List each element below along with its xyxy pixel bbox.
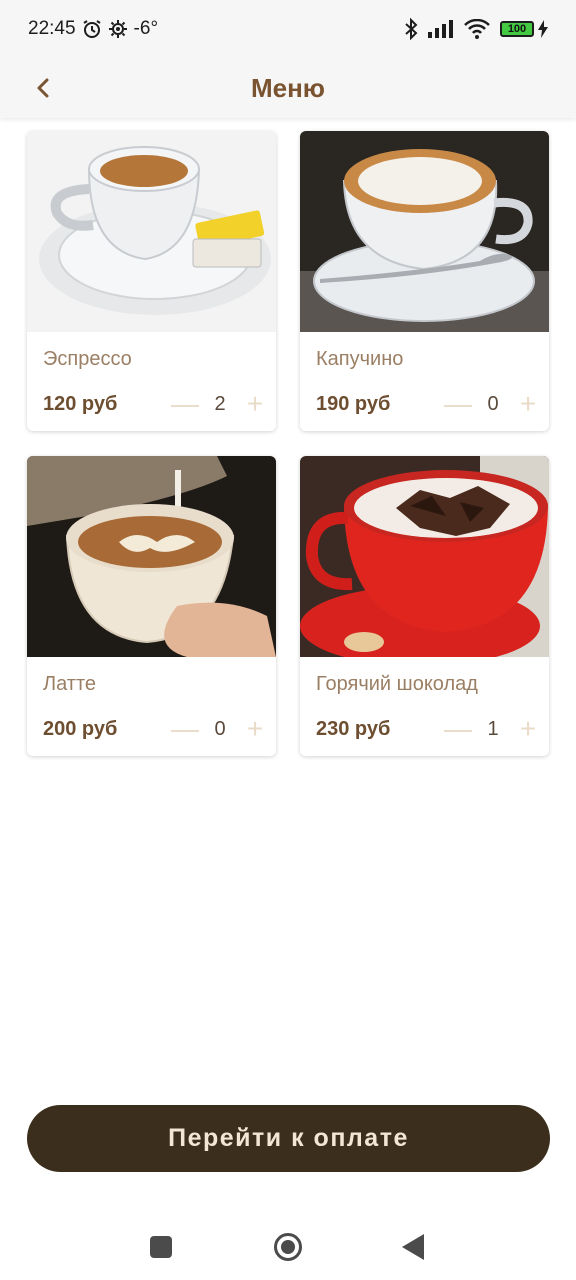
quantity-value: 0 [487, 392, 499, 415]
quantity-value: 0 [214, 717, 226, 740]
recent-apps-icon[interactable] [144, 1230, 178, 1264]
home-icon[interactable] [271, 1230, 305, 1264]
decrement-button[interactable]: — [171, 713, 199, 744]
decrement-button[interactable]: — [171, 388, 199, 419]
quantity-stepper: — 0 + [444, 388, 541, 419]
signal-icon [428, 20, 454, 38]
wifi-icon [464, 19, 490, 39]
alarm-icon [82, 19, 102, 39]
latte-photo [27, 456, 276, 657]
quantity-value: 2 [214, 392, 226, 415]
back-button[interactable] [26, 70, 60, 106]
increment-button[interactable]: + [242, 388, 268, 419]
charging-icon [538, 20, 548, 38]
status-right: 100 [404, 18, 548, 40]
menu-item-latte[interactable]: Латте 200 руб — 0 + [27, 456, 276, 756]
quantity-value: 1 [487, 717, 499, 740]
menu-item-espresso[interactable]: Эспрессо 120 руб — 2 + [27, 131, 276, 431]
quantity-stepper: — 0 + [171, 713, 268, 744]
bluetooth-icon [404, 18, 418, 40]
espresso-photo [27, 131, 276, 332]
decrement-button[interactable]: — [444, 713, 472, 744]
chevron-left-icon [37, 78, 49, 98]
settings-gear-icon [108, 19, 128, 39]
app-header: Меню [0, 58, 576, 118]
system-navbar [0, 1210, 576, 1280]
increment-button[interactable]: + [515, 388, 541, 419]
hot-chocolate-photo [300, 456, 549, 657]
increment-button[interactable]: + [242, 713, 268, 744]
item-name: Эспрессо [43, 348, 132, 370]
checkout-button[interactable]: Перейти к оплате [27, 1105, 550, 1172]
item-price: 190 руб [316, 393, 391, 415]
battery-level: 100 [500, 21, 534, 37]
item-name: Латте [43, 673, 97, 695]
status-bar: 22:45 -6° 100 [0, 0, 576, 58]
battery-icon: 100 [500, 20, 548, 38]
menu-item-cappuccino[interactable]: Капучино 190 руб — 0 + [300, 131, 549, 431]
status-temperature: -6° [133, 18, 159, 39]
item-price: 230 руб [316, 718, 391, 740]
quantity-stepper: — 2 + [171, 388, 268, 419]
menu-item-hot-chocolate[interactable]: Горячий шоколад 230 руб — 1 + [300, 456, 549, 756]
quantity-stepper: — 1 + [444, 713, 541, 744]
status-time: 22:45 [28, 18, 76, 39]
item-name: Капучино [316, 348, 404, 370]
decrement-button[interactable]: — [444, 388, 472, 419]
increment-button[interactable]: + [515, 713, 541, 744]
checkout-label: Перейти к оплате [168, 1124, 409, 1152]
status-left: 22:45 -6° [28, 18, 158, 40]
cappuccino-photo [300, 131, 549, 332]
item-price: 120 руб [43, 393, 118, 415]
page-title: Меню [250, 72, 326, 103]
back-triangle-icon[interactable] [396, 1230, 430, 1264]
item-price: 200 руб [43, 718, 118, 740]
item-name: Горячий шоколад [316, 673, 478, 695]
